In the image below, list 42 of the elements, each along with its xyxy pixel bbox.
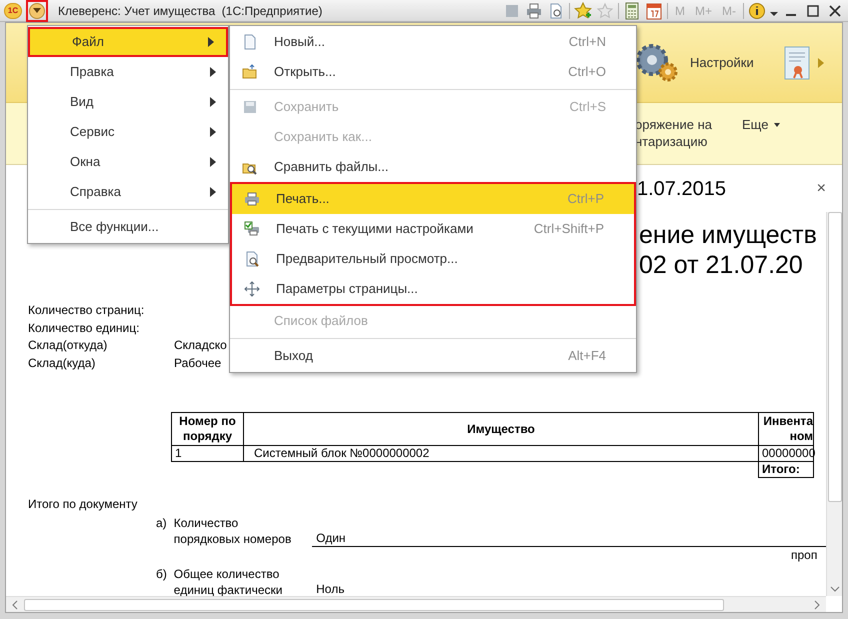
document-heading: 02 от 21.07.20 [639,250,803,280]
menu-item[interactable]: Новый... Ctrl+N [230,27,636,57]
column-header: Инвента ном [758,412,814,446]
close-button[interactable]: × [816,176,826,200]
menu-item[interactable]: Печать... Ctrl+P [232,184,634,214]
document-tab-title: 1.07.2015 [637,176,726,202]
menu-item[interactable]: Окна [28,147,228,177]
table-cell: Системный блок №0000000002 [244,446,758,462]
menu-item[interactable]: Сравнить файлы... [230,152,636,182]
list-marker: а) [156,515,168,531]
field-value: Складско [174,338,227,352]
section-link[interactable]: Настройки [690,52,754,72]
field-label: Количество единиц: [28,320,140,336]
table-cell: 1 [172,446,244,462]
menu-item[interactable]: Печать с текущими настройками Ctrl+Shift+P [232,214,634,244]
menu-item[interactable]: Правка [28,57,228,87]
field-label: Количество страниц: [28,302,144,319]
menu-item[interactable]: Выход Alt+F4 [230,341,636,371]
list-marker: б) [156,566,168,582]
column-header: Имущество [244,412,758,446]
more-button[interactable]: Еще [742,116,780,133]
field-label: Склад(куда) [28,354,96,372]
summary-title: Итого по документу [28,496,138,513]
menu-item[interactable]: Открыть... Ctrl+O [230,57,636,87]
menu-item[interactable]: Вид [28,87,228,117]
window-title: Клеверенс: Учет имущества (1С:Предприятие) [58,2,322,20]
document-heading: ение имуществ [639,220,817,250]
menu-item[interactable]: Файл [28,27,228,57]
table-cell: Итого: [758,462,814,478]
summary-value: Один [312,530,826,547]
menu-item[interactable]: Справка [28,177,228,207]
menu-item[interactable]: Параметры страницы... [232,274,634,304]
field-label: Склад(откуда) [28,337,108,354]
column-header: Номер по порядку [172,412,244,446]
app-logo[interactable]: 1С [4,2,22,18]
field-value: Рабочее [174,356,222,370]
caption-text: проп [791,547,818,564]
menu-item[interactable]: Все функции... [28,212,228,242]
menu-item[interactable]: Сервис [28,117,228,147]
summary-label: Количество порядковых номеров [174,515,292,547]
menu-item[interactable]: Предварительный просмотр... [232,244,634,274]
command-link[interactable]: оряжение на нтаризацию [635,116,712,150]
